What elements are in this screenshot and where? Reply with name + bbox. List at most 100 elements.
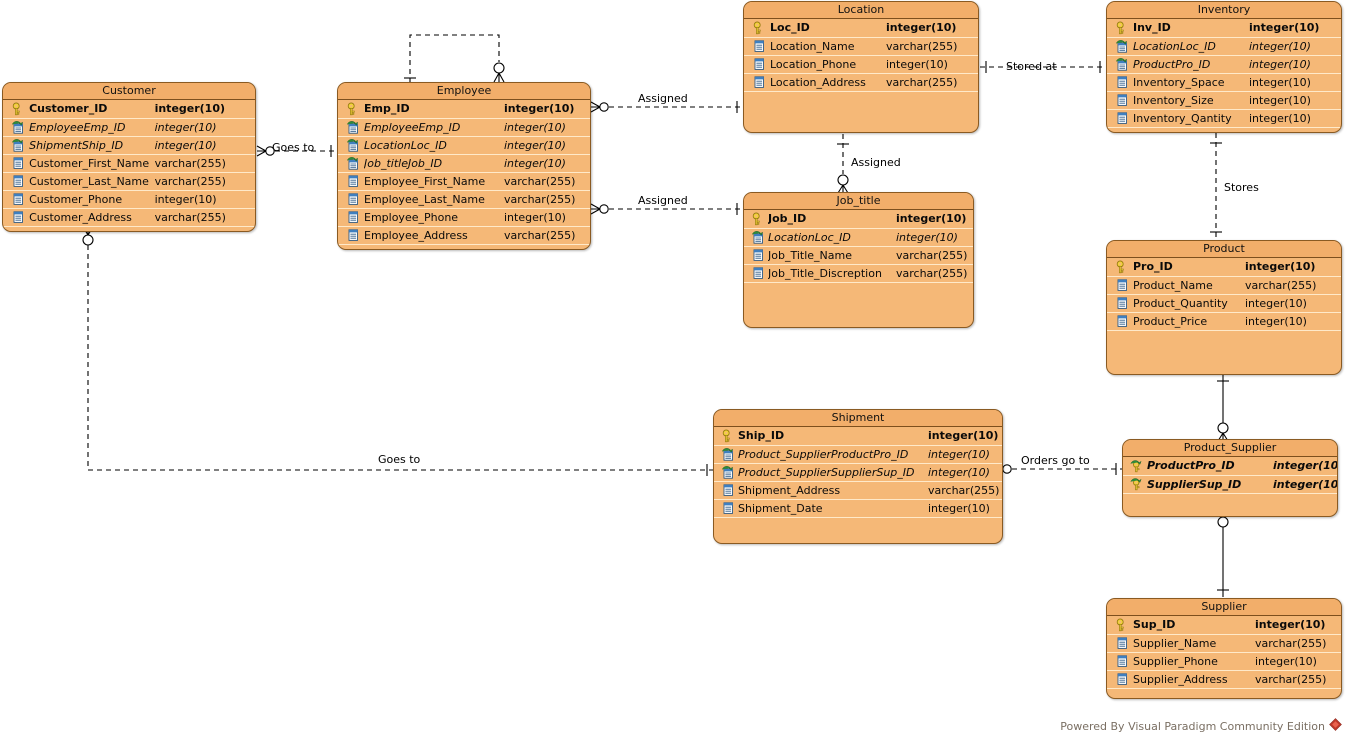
attribute-type: integer(10) — [928, 499, 1002, 518]
attribute-row[interactable]: Job_Title_Discreption varchar(255) — [744, 264, 973, 283]
attribute-type: varchar(255) — [154, 172, 255, 191]
attribute-row[interactable]: Ship_ID integer(10) — [714, 427, 1002, 446]
attribute-name: Pro_ID — [1133, 258, 1245, 277]
attribute-row[interactable]: Product_SupplierSupplierSup_ID integer(10… — [714, 463, 1002, 482]
attribute-type: integer(10) — [1245, 312, 1341, 331]
entity-product-supplier[interactable]: Product_Supplier ProductPro_ID integer(10… — [1122, 439, 1338, 517]
attribute-row[interactable]: ShipmentShip_ID integer(10) — [3, 136, 255, 155]
attribute-row[interactable]: Product_Name varchar(255) — [1107, 276, 1341, 295]
column-icon — [1107, 312, 1133, 331]
primary-key-icon — [1107, 616, 1133, 635]
attribute-type: integer(10) — [504, 208, 590, 227]
attribute-row[interactable]: Job_ID integer(10) — [744, 210, 973, 229]
attribute-row[interactable]: Customer_Last_Name varchar(255) — [3, 172, 255, 191]
attribute-name: ProductPro_ID — [1147, 457, 1273, 476]
attribute-name: Inventory_Qantity — [1133, 109, 1249, 128]
attribute-name: LocationLoc_ID — [768, 228, 896, 247]
attribute-row[interactable]: LocationLoc_ID integer(10) — [1107, 37, 1341, 56]
attribute-row[interactable]: ProductPro_ID integer(10) — [1123, 457, 1337, 476]
attribute-type: varchar(255) — [154, 154, 255, 173]
column-icon — [3, 208, 30, 227]
attribute-row[interactable]: Product_Price integer(10) — [1107, 312, 1341, 331]
attribute-row[interactable]: LocationLoc_ID integer(10) — [744, 228, 973, 247]
attribute-list: Inv_ID integer(10) LocationLoc_ID integer(1… — [1107, 19, 1341, 130]
attribute-row[interactable]: Sup_ID integer(10) — [1107, 616, 1341, 635]
primary-key-icon — [338, 100, 364, 119]
column-icon — [1107, 652, 1133, 671]
entity-location[interactable]: Location Loc_ID integer(10) Location_Name v… — [743, 1, 979, 133]
attribute-row[interactable]: Pro_ID integer(10) — [1107, 258, 1341, 277]
attribute-row[interactable]: Job_Title_Name varchar(255) — [744, 246, 973, 265]
attribute-row[interactable]: Employee_First_Name varchar(255) — [338, 172, 590, 191]
link-inventory-product — [1210, 133, 1222, 240]
attribute-type: integer(10) — [1249, 91, 1341, 110]
attribute-row[interactable]: Emp_ID integer(10) — [338, 100, 590, 119]
attribute-row[interactable]: Customer_First_Name varchar(255) — [3, 154, 255, 173]
attribute-row[interactable]: Customer_Phone integer(10) — [3, 190, 255, 209]
attribute-row[interactable]: Employee_Phone integer(10) — [338, 208, 590, 227]
attribute-row[interactable]: Location_Name varchar(255) — [744, 37, 978, 56]
attribute-row[interactable]: Loc_ID integer(10) — [744, 19, 978, 38]
attribute-type: varchar(255) — [886, 37, 978, 56]
attribute-name: Customer_First_Name — [29, 154, 155, 173]
attribute-filler — [744, 282, 973, 285]
attribute-row[interactable]: Inventory_Space integer(10) — [1107, 73, 1341, 92]
entity-employee[interactable]: Employee Emp_ID integer(10) EmployeeEmp_ID… — [337, 82, 591, 250]
attribute-type: integer(10) — [1255, 652, 1341, 671]
attribute-row[interactable]: Employee_Address varchar(255) — [338, 226, 590, 245]
attribute-row[interactable]: Supplier_Name varchar(255) — [1107, 634, 1341, 653]
entity-job-title[interactable]: Job_title Job_ID integer(10) LocationLoc_I… — [743, 192, 974, 328]
attribute-type: integer(10) — [1273, 475, 1337, 494]
attribute-row[interactable]: Shipment_Date integer(10) — [714, 499, 1002, 518]
attribute-row[interactable]: Customer_ID integer(10) — [3, 100, 255, 119]
entity-customer[interactable]: Customer Customer_ID integer(10) EmployeeE… — [2, 82, 256, 232]
entity-title: Supplier — [1107, 599, 1341, 616]
attribute-type: integer(10) — [504, 100, 590, 119]
attribute-name: Inventory_Size — [1133, 91, 1249, 110]
attribute-row[interactable]: Product_Quantity integer(10) — [1107, 294, 1341, 313]
entity-supplier[interactable]: Supplier Sup_ID integer(10) Supplier_Name v… — [1106, 598, 1342, 699]
attribute-type: integer(10) — [928, 445, 1002, 464]
attribute-name: Employee_Address — [364, 226, 504, 245]
attribute-type: varchar(255) — [504, 226, 590, 245]
attribute-name: Product_SupplierSupplierSup_ID — [738, 463, 928, 482]
attribute-name: Inventory_Space — [1133, 73, 1249, 92]
attribute-row[interactable]: SupplierSup_ID integer(10) — [1123, 475, 1337, 494]
primary-key-icon — [744, 210, 768, 229]
attribute-row[interactable]: Inventory_Size integer(10) — [1107, 91, 1341, 110]
visual-paradigm-logo-icon — [1329, 718, 1342, 734]
attribute-type: integer(10) — [1249, 55, 1341, 74]
attribute-name: Customer_Address — [29, 208, 155, 227]
foreign-key-icon — [3, 118, 30, 137]
column-icon — [338, 208, 364, 227]
attribute-row[interactable]: Employee_Last_Name varchar(255) — [338, 190, 590, 209]
entity-shipment[interactable]: Shipment Ship_ID integer(10) Product_Suppl… — [713, 409, 1003, 544]
attribute-list: Pro_ID integer(10) Product_Name varchar(255… — [1107, 258, 1341, 333]
attribute-row[interactable]: Location_Phone integer(10) — [744, 55, 978, 74]
entity-inventory[interactable]: Inventory Inv_ID integer(10) LocationLoc_I… — [1106, 1, 1342, 133]
attribute-row[interactable]: Supplier_Address varchar(255) — [1107, 670, 1341, 689]
attribute-row[interactable]: Supplier_Phone integer(10) — [1107, 652, 1341, 671]
attribute-row[interactable]: LocationLoc_ID integer(10) — [338, 136, 590, 155]
attribute-name: Product_Name — [1133, 276, 1245, 295]
attribute-row[interactable]: EmployeeEmp_ID integer(10) — [338, 118, 590, 137]
attribute-row[interactable]: Product_SupplierProductPro_ID integer(10) — [714, 445, 1002, 464]
attribute-type: integer(10) — [1249, 109, 1341, 128]
attribute-row[interactable]: ProductPro_ID integer(10) — [1107, 55, 1341, 74]
entity-product[interactable]: Product Pro_ID integer(10) Product_Name var… — [1106, 240, 1342, 375]
column-icon — [3, 190, 30, 209]
attribute-row[interactable]: Inv_ID integer(10) — [1107, 19, 1341, 38]
attribute-name: Inv_ID — [1133, 19, 1249, 38]
column-icon — [338, 190, 364, 209]
column-icon — [744, 37, 770, 56]
attribute-row[interactable]: Customer_Address varchar(255) — [3, 208, 255, 227]
attribute-name: Job_Title_Discreption — [768, 264, 896, 283]
foreign-key-icon — [714, 463, 738, 482]
attribute-row[interactable]: Location_Address varchar(255) — [744, 73, 978, 92]
attribute-row[interactable]: Job_titleJob_ID integer(10) — [338, 154, 590, 173]
attribute-row[interactable]: EmployeeEmp_ID integer(10) — [3, 118, 255, 137]
attribute-filler — [1107, 330, 1341, 333]
attribute-type: integer(10) — [896, 210, 973, 229]
attribute-row[interactable]: Shipment_Address varchar(255) — [714, 481, 1002, 500]
attribute-row[interactable]: Inventory_Qantity integer(10) — [1107, 109, 1341, 128]
